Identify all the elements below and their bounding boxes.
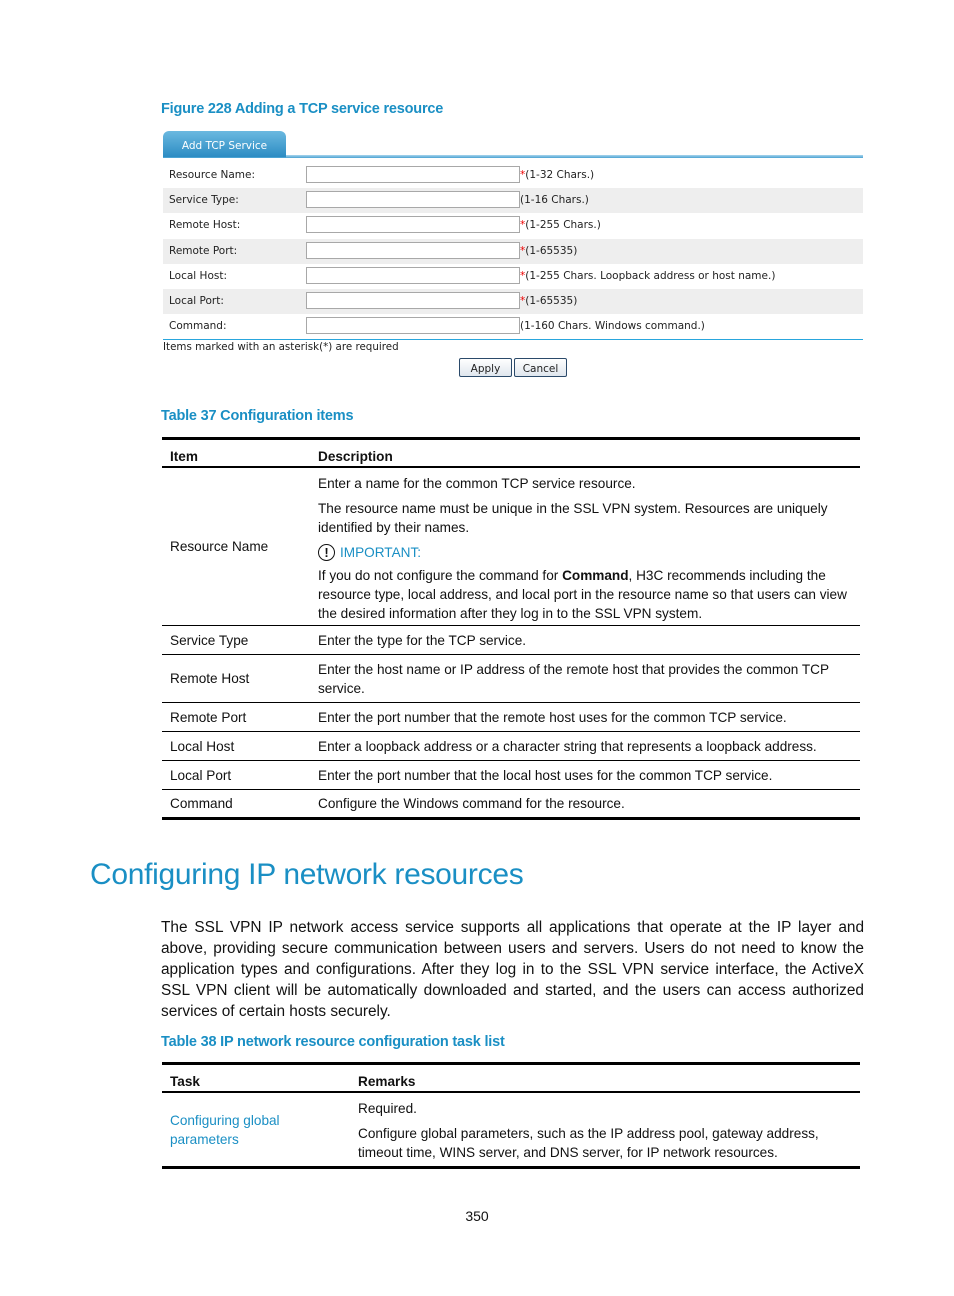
item-cell: Remote Port (170, 709, 247, 725)
field-hint: *(1-32 Chars.) (520, 169, 594, 181)
field-label: Command: (169, 320, 227, 333)
ip-network-task-table: Task Remarks Configuring global paramete… (162, 1062, 860, 1169)
hint-text: (1-160 Chars. Windows command.) (520, 320, 705, 333)
column-header-description: Description (318, 448, 393, 464)
table-38-caption: Table 38 IP network resource configurati… (161, 1034, 505, 1050)
tab-add-tcp-service[interactable]: Add TCP Service (163, 131, 286, 157)
service-type-input[interactable] (306, 191, 520, 209)
cancel-button[interactable]: Cancel (514, 358, 567, 377)
hint-text: (1-32 Chars.) (525, 169, 595, 181)
description-cell: Enter the port number that the local hos… (318, 767, 773, 783)
important-notice: ! IMPORTANT: (318, 543, 852, 562)
table-row: Service Type Enter the type for the TCP … (162, 626, 860, 655)
field-hint: (1-16 Chars.) (520, 194, 589, 206)
description-cell: Enter a name for the common TCP service … (310, 467, 860, 626)
description-paragraph: The resource name must be unique in the … (318, 501, 828, 535)
field-hint: (1-160 Chars. Windows command.) (520, 320, 705, 332)
table-row: Command Configure the Windows command fo… (162, 790, 860, 819)
form-fields: Resource Name: *(1-32 Chars.) Service Ty… (163, 163, 863, 339)
form-row-service-type: Service Type: (1-16 Chars.) (163, 188, 863, 214)
table-row: Resource Name Enter a name for the commo… (162, 467, 860, 626)
remote-port-input[interactable] (306, 241, 520, 259)
tab-underline-left (163, 157, 286, 158)
field-label: Service Type: (169, 194, 239, 207)
important-icon: ! (318, 544, 335, 561)
field-label: Remote Port: (169, 244, 238, 257)
field-label: Local Port: (169, 294, 224, 307)
table-row: Remote Port Enter the port number that t… (162, 703, 860, 732)
hint-text: (1-16 Chars.) (520, 194, 589, 207)
form-row-resource-name: Resource Name: *(1-32 Chars.) (163, 163, 863, 188)
task-cell: Configuring global parameters (162, 1092, 350, 1168)
form-row-command: Command: (1-160 Chars. Windows command.) (163, 314, 863, 339)
description-paragraph: Enter a name for the common TCP service … (318, 476, 636, 491)
hint-text: (1-65535) (525, 244, 578, 257)
resource-name-input[interactable] (306, 166, 520, 183)
apply-button[interactable]: Apply (459, 358, 512, 377)
form-row-remote-port: Remote Port: *(1-65535) (163, 238, 863, 264)
field-label: Resource Name: (169, 169, 256, 181)
remark-paragraph: Configure global parameters, such as the… (358, 1126, 819, 1160)
table-header-row: Task Remarks (162, 1063, 860, 1092)
section-intro: The SSL VPN IP network access service su… (161, 919, 864, 1020)
item-cell: Local Port (170, 767, 232, 783)
add-tcp-service-form: Add TCP Service Resource Name: *(1-32 Ch… (163, 131, 863, 381)
hint-text: (1-255 Chars. Loopback address or host n… (525, 269, 776, 282)
item-cell: Resource Name (170, 539, 269, 554)
remote-host-input[interactable] (306, 216, 520, 234)
table-row: Local Host Enter a loopback address or a… (162, 732, 860, 761)
configuring-global-parameters-link[interactable]: Configuring global parameters (170, 1111, 310, 1149)
form-row-local-port: Local Port: *(1-65535) (163, 288, 863, 315)
column-header-task: Task (170, 1073, 200, 1089)
form-row-remote-host: Remote Host: *(1-255 Chars.) (163, 213, 863, 238)
description-cell: Enter a loopback address or a character … (318, 738, 817, 754)
item-cell: Local Host (170, 738, 235, 754)
required-note: Items marked with an asterisk(*) are req… (163, 341, 399, 353)
field-label: Local Host: (169, 269, 227, 282)
remark-paragraph: Required. (358, 1101, 417, 1116)
local-port-input[interactable] (306, 291, 520, 309)
important-paragraph: If you do not configure the command for … (318, 566, 852, 623)
table-header-row: Item Description (162, 438, 860, 467)
hint-text: (1-65535) (525, 294, 578, 307)
field-hint: *(1-255 Chars.) (520, 219, 601, 231)
field-hint: *(1-255 Chars. Loopback address or host … (520, 270, 775, 282)
column-header-item: Item (170, 448, 198, 464)
field-hint: *(1-65535) (520, 245, 577, 257)
section-title: Configuring IP network resources (90, 858, 524, 891)
item-cell: Remote Host (170, 671, 250, 686)
column-header-remarks: Remarks (358, 1073, 416, 1089)
tab-underline (286, 155, 863, 158)
remarks-cell: Required. Configure global parameters, s… (350, 1092, 860, 1168)
field-label: Remote Host: (169, 219, 241, 232)
page-number: 350 (465, 1208, 489, 1224)
local-host-input[interactable] (306, 266, 520, 284)
command-input[interactable] (306, 317, 520, 335)
bold-term: Command (562, 568, 629, 583)
table-row: Local Port Enter the port number that th… (162, 761, 860, 790)
important-label: IMPORTANT: (340, 545, 422, 560)
table-row: Configuring global parameters Required. … (162, 1092, 860, 1168)
description-cell: Enter the type for the TCP service. (318, 632, 527, 648)
item-cell: Service Type (170, 632, 249, 648)
description-cell: Configure the Windows command for the re… (318, 796, 625, 811)
form-divider (163, 339, 863, 340)
configuration-items-table: Item Description Resource Name Enter a n… (162, 437, 860, 820)
description-cell: Enter the port number that the remote ho… (318, 709, 787, 725)
table-row: Remote Host Enter the host name or IP ad… (162, 655, 860, 703)
hint-text: (1-255 Chars.) (525, 219, 601, 232)
table-37-caption: Table 37 Configuration items (161, 408, 354, 424)
description-cell: Enter the host name or IP address of the… (318, 661, 829, 696)
text-segment: If you do not configure the command for (318, 568, 563, 583)
item-cell: Command (170, 796, 233, 811)
field-hint: *(1-65535) (520, 295, 577, 307)
form-row-local-host: Local Host: *(1-255 Chars. Loopback addr… (163, 264, 863, 289)
figure-caption: Figure 228 Adding a TCP service resource (161, 101, 444, 117)
